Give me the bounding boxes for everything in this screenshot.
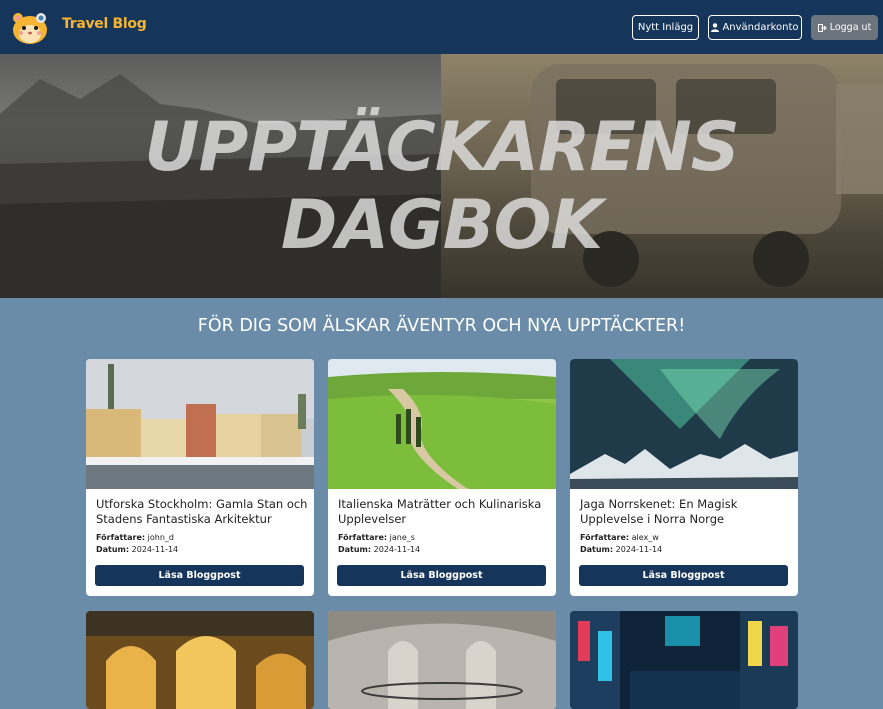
post-title[interactable]: Utforska Stockholm: Gamla Stan och Stade… bbox=[96, 497, 308, 527]
read-post-label: Läsa Bloggpost bbox=[400, 570, 483, 581]
read-post-button[interactable]: Läsa Bloggpost bbox=[337, 565, 546, 586]
post-author: alex_w bbox=[631, 533, 659, 542]
post-date: 2024-11-14 bbox=[373, 545, 421, 554]
date-label: Datum: bbox=[580, 545, 614, 554]
post-author-line: Författare: alex_w bbox=[580, 533, 659, 542]
post-date: 2024-11-14 bbox=[131, 545, 179, 554]
navbar: Travel Blog Nytt Inlägg Användarkonto Lo… bbox=[0, 0, 883, 54]
post-author-line: Författare: jane_s bbox=[338, 533, 415, 542]
hero-title-line2: DAGBOK bbox=[280, 186, 603, 265]
post-date-line: Datum: 2024-11-14 bbox=[580, 545, 662, 554]
blog-card-courtyard bbox=[86, 611, 314, 709]
blog-card-stockholm: Utforska Stockholm: Gamla Stan och Stade… bbox=[86, 359, 314, 596]
author-label: Författare: bbox=[338, 533, 388, 542]
date-label: Datum: bbox=[338, 545, 372, 554]
author-label: Författare: bbox=[580, 533, 630, 542]
new-post-label: Nytt Inlägg bbox=[637, 22, 694, 33]
stockholm-photo bbox=[86, 359, 314, 489]
date-label: Datum: bbox=[96, 545, 130, 554]
post-author: jane_s bbox=[389, 533, 415, 542]
logout-label: Logga ut bbox=[829, 22, 872, 33]
read-post-button[interactable]: Läsa Bloggpost bbox=[95, 565, 304, 586]
read-post-label: Läsa Bloggpost bbox=[642, 570, 725, 581]
courtyard-photo bbox=[86, 611, 314, 709]
post-date-line: Datum: 2024-11-14 bbox=[96, 545, 178, 554]
blog-card-aurora: Jaga Norrskenet: En Magisk Upplevelse i … bbox=[570, 359, 798, 596]
blog-card-mosque bbox=[328, 611, 556, 709]
aurora-photo bbox=[570, 359, 798, 489]
blog-card-italy: Italienska Maträtter och Kulinariska Upp… bbox=[328, 359, 556, 596]
brand-title[interactable]: Travel Blog bbox=[62, 16, 147, 32]
read-post-button[interactable]: Läsa Bloggpost bbox=[579, 565, 788, 586]
post-date-line: Datum: 2024-11-14 bbox=[338, 545, 420, 554]
sign-out-icon bbox=[817, 23, 827, 32]
tuscany-photo bbox=[328, 359, 556, 489]
mosque-interior-photo bbox=[328, 611, 556, 709]
hero-title: UPPTÄCKARENS DAGBOK bbox=[0, 109, 883, 265]
author-label: Författare: bbox=[96, 533, 146, 542]
tokyo-night-photo bbox=[570, 611, 798, 709]
new-post-button[interactable]: Nytt Inlägg bbox=[632, 15, 699, 40]
post-author: john_d bbox=[147, 533, 174, 542]
hamster-logo-icon[interactable] bbox=[10, 9, 50, 47]
post-title[interactable]: Italienska Maträtter och Kulinariska Upp… bbox=[338, 497, 550, 527]
user-icon bbox=[711, 23, 720, 32]
hero-banner: UPPTÄCKARENS DAGBOK bbox=[0, 54, 883, 298]
hero-title-line1: UPPTÄCKARENS bbox=[144, 108, 739, 187]
post-date: 2024-11-14 bbox=[615, 545, 663, 554]
account-button[interactable]: Användarkonto bbox=[708, 15, 802, 40]
account-label: Användarkonto bbox=[722, 22, 799, 33]
blog-card-tokyo bbox=[570, 611, 798, 709]
post-title[interactable]: Jaga Norrskenet: En Magisk Upplevelse i … bbox=[580, 497, 792, 527]
read-post-label: Läsa Bloggpost bbox=[158, 570, 241, 581]
tagline: FÖR DIG SOM ÄLSKAR ÄVENTYR OCH NYA UPPTÄ… bbox=[197, 316, 686, 336]
post-author-line: Författare: john_d bbox=[96, 533, 174, 542]
logout-button[interactable]: Logga ut bbox=[811, 15, 878, 40]
